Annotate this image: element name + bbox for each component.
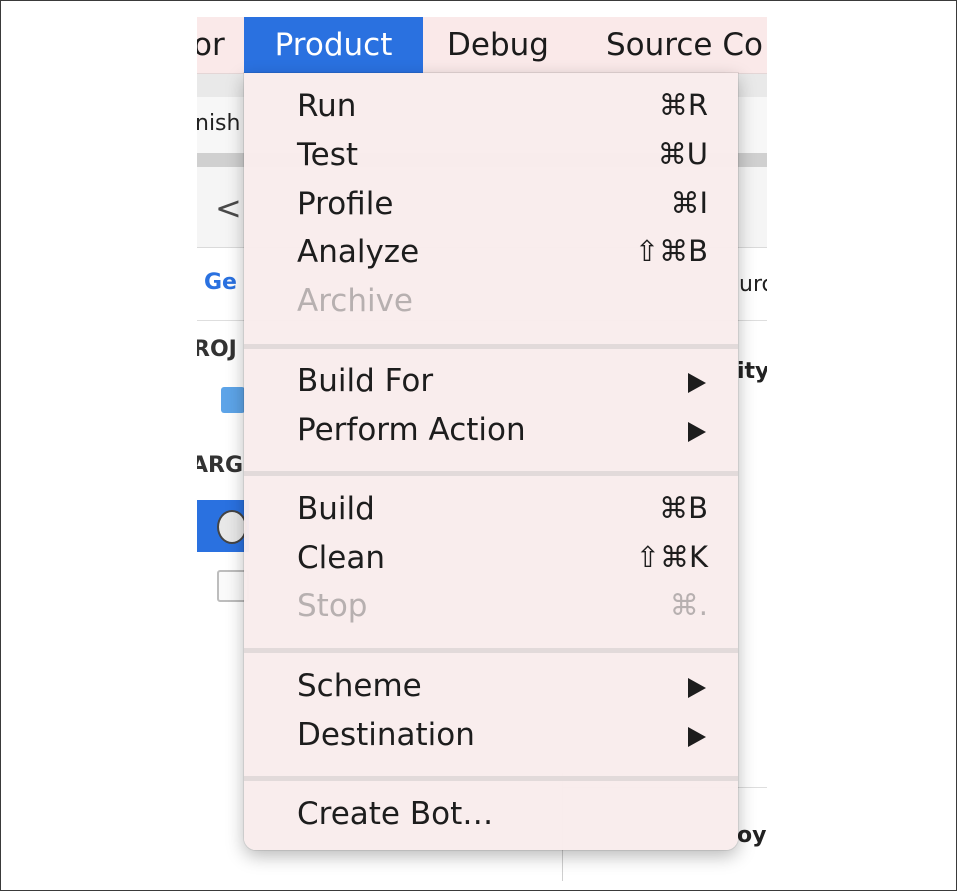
- menu-item-analyze[interactable]: Analyze ⇧⌘B: [244, 229, 738, 277]
- menu-item-clean[interactable]: Clean ⇧⌘K: [244, 535, 738, 583]
- menu-item-stop: Stop ⌘.: [244, 583, 738, 631]
- menu-separator: [244, 776, 738, 781]
- menu-item-perform-action[interactable]: Perform Action: [244, 407, 738, 455]
- project-icon: [221, 387, 245, 413]
- activity-text: nish: [197, 111, 241, 136]
- menu-item-build[interactable]: Build ⌘B: [244, 486, 738, 534]
- menu-item-shortcut: ⌘I: [670, 186, 708, 220]
- target-app-icon: [217, 510, 247, 544]
- app-window: nish < Ge urc ROJ ARG ity oyr or Product…: [197, 17, 767, 881]
- menu-bar: or Product Debug Source Co: [197, 17, 767, 74]
- menu-item-shortcut: ⌘.: [669, 588, 708, 622]
- menu-item-shortcut: ⌘B: [659, 491, 708, 525]
- menu-item-label: Run: [297, 88, 357, 124]
- project-header: ROJ: [197, 337, 237, 362]
- menu-item-label: Destination: [297, 717, 475, 753]
- menu-separator: [244, 471, 738, 476]
- menu-item-archive: Archive: [244, 278, 738, 326]
- menu-item-build-for[interactable]: Build For: [244, 358, 738, 406]
- menu-item-destination[interactable]: Destination: [244, 712, 738, 760]
- menu-separator: [244, 344, 738, 349]
- menu-item-label: Archive: [297, 283, 413, 319]
- targets-header: ARG: [197, 453, 244, 478]
- menu-item-label: Stop: [297, 588, 368, 624]
- menu-item-label: Perform Action: [297, 412, 526, 448]
- menu-item-label: Build: [297, 491, 375, 527]
- menu-item-scheme[interactable]: Scheme: [244, 663, 738, 711]
- menubar-item-debug[interactable]: Debug: [447, 17, 549, 73]
- target-row-selected[interactable]: [197, 500, 249, 552]
- submenu-arrow-icon: [688, 678, 706, 698]
- menubar-item-source-control[interactable]: Source Co: [606, 17, 763, 73]
- menu-item-test[interactable]: Test ⌘U: [244, 132, 738, 180]
- menu-item-label: Scheme: [297, 668, 422, 704]
- menu-item-profile[interactable]: Profile ⌘I: [244, 181, 738, 229]
- submenu-arrow-icon: [688, 373, 706, 393]
- menu-item-label: Test: [297, 137, 359, 173]
- menu-separator: [244, 648, 738, 653]
- product-menu: Run ⌘R Test ⌘U Profile ⌘I Analyze ⇧⌘B Ar…: [244, 73, 738, 850]
- menubar-item-editor[interactable]: or: [197, 17, 225, 73]
- menu-item-label: Analyze: [297, 234, 420, 270]
- submenu-arrow-icon: [688, 422, 706, 442]
- submenu-arrow-icon: [688, 727, 706, 747]
- menubar-item-product[interactable]: Product: [244, 17, 423, 73]
- tab-resources[interactable]: urc: [739, 272, 767, 297]
- tab-general[interactable]: Ge: [204, 270, 237, 295]
- menu-item-run[interactable]: Run ⌘R: [244, 83, 738, 131]
- menu-item-create-bot[interactable]: Create Bot…: [244, 791, 738, 839]
- menu-item-label: Clean: [297, 540, 385, 576]
- copyright-header: oyr: [737, 823, 767, 848]
- menu-item-shortcut: ⌘R: [658, 88, 708, 122]
- menu-item-shortcut: ⇧⌘B: [634, 234, 708, 268]
- menu-item-shortcut: ⇧⌘K: [635, 540, 708, 574]
- identity-header: ity: [737, 359, 767, 384]
- menu-item-label: Build For: [297, 363, 434, 399]
- menu-item-shortcut: ⌘U: [657, 137, 708, 171]
- back-icon[interactable]: <: [215, 189, 242, 227]
- menu-item-label: Create Bot…: [297, 796, 494, 832]
- menu-item-label: Profile: [297, 186, 394, 222]
